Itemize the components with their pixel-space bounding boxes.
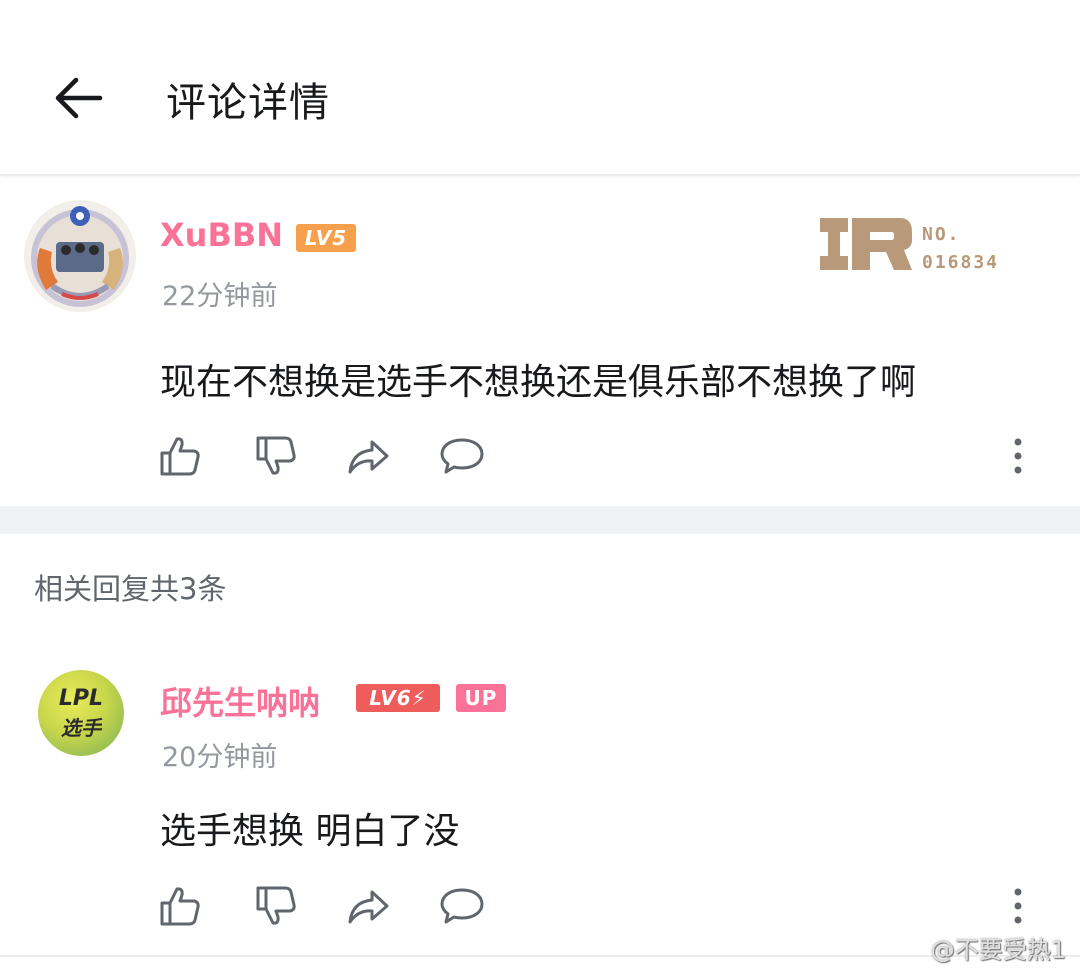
replies-count-header: 相关回复共3条 xyxy=(34,572,227,606)
speech-bubble-icon xyxy=(440,438,484,474)
thumbs-up-icon xyxy=(160,887,200,926)
more-options-button[interactable] xyxy=(1006,434,1030,478)
thumbs-down-icon xyxy=(256,886,296,925)
dislike-button[interactable] xyxy=(254,434,298,478)
thumbs-down-icon xyxy=(256,436,296,475)
back-button[interactable] xyxy=(50,72,106,124)
badge-number: 016834 xyxy=(922,252,1000,273)
arrow-left-icon xyxy=(55,77,103,119)
fan-badge[interactable]: NO. 016834 xyxy=(818,214,1008,274)
reply-more-options-button[interactable] xyxy=(1006,884,1030,928)
share-arrow-icon xyxy=(348,440,389,474)
avatar-text-bottom: 选手 xyxy=(61,716,101,740)
reply-avatar[interactable]: LPL 选手 xyxy=(38,670,124,756)
thumbs-up-icon xyxy=(160,437,200,476)
badge-no-label: NO. xyxy=(922,224,961,245)
avatar[interactable] xyxy=(22,198,138,314)
like-button[interactable] xyxy=(158,434,202,478)
reply-content: 选手想换 明白了没 xyxy=(160,811,460,852)
comment-content: 现在不想换是选手不想换还是俱乐部不想换了啊 xyxy=(160,362,917,403)
lightning-icon: ⚡ xyxy=(411,686,427,710)
more-vertical-icon xyxy=(1014,888,1022,924)
speech-bubble-icon xyxy=(440,888,484,924)
reply-button[interactable] xyxy=(440,434,484,478)
watermark: @不要受热1 xyxy=(930,936,1066,964)
team-logo-icon xyxy=(820,218,912,270)
reply-share-button[interactable] xyxy=(346,884,390,928)
top-bar: 评论详情 xyxy=(0,0,1080,176)
reply-dislike-button[interactable] xyxy=(254,884,298,928)
share-arrow-icon xyxy=(348,890,389,924)
username[interactable]: XuBBN xyxy=(160,216,283,254)
avatar-frame-image xyxy=(24,200,136,312)
more-vertical-icon xyxy=(1014,438,1022,474)
reply-like-button[interactable] xyxy=(158,884,202,928)
reply-level-text: LV6 xyxy=(369,686,412,710)
reply-username[interactable]: 邱先生呐呐 xyxy=(160,678,320,724)
avatar-text-top: LPL xyxy=(58,686,104,711)
reply-reply-button[interactable] xyxy=(440,884,484,928)
page-title: 评论详情 xyxy=(166,80,330,126)
bottom-divider xyxy=(0,955,1080,957)
share-button[interactable] xyxy=(346,434,390,478)
comment-time: 22分钟前 xyxy=(162,281,278,312)
section-divider xyxy=(0,506,1080,534)
up-tag: UP xyxy=(456,684,506,712)
level-badge: LV5 xyxy=(296,224,356,252)
reply-time: 20分钟前 xyxy=(162,742,278,773)
reply-level-badge: LV6⚡ xyxy=(356,684,440,712)
